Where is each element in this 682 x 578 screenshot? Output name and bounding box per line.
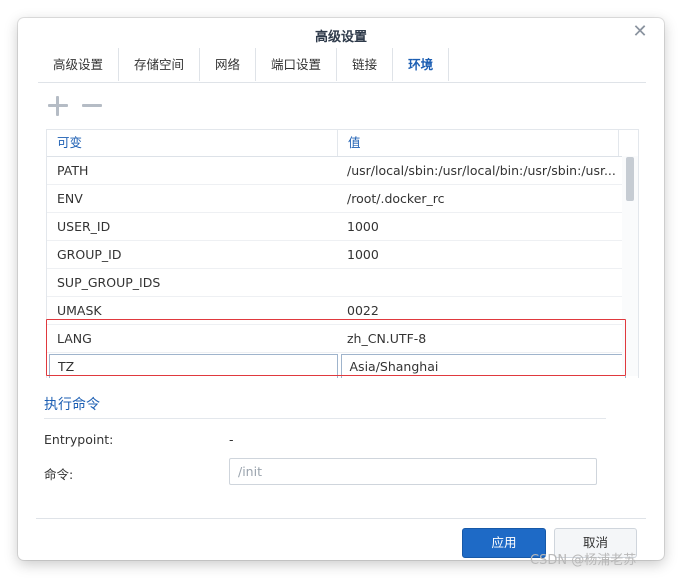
table-row[interactable]: SUP_GROUP_IDS [47,269,626,297]
table-row[interactable]: UMASK 0022 [47,297,626,325]
env-value [337,269,626,296]
tab-storage[interactable]: 存储空间 [119,48,201,81]
tab-bar: 高级设置 存储空间 网络 端口设置 链接 环境 [38,48,646,83]
dialog-title: 高级设置 [314,30,367,45]
env-value: zh_CN.UTF-8 [347,331,427,346]
table-row[interactable]: USER_ID 1000 [47,213,626,241]
env-value: 0022 [347,303,379,318]
entrypoint-label: Entrypoint: [44,432,114,447]
footer-divider [36,518,646,519]
minus-icon[interactable] [80,94,104,118]
env-variable-table: 可变 值 PATH /usr/local/sbin:/usr/local/bin… [46,129,639,378]
command-input[interactable] [229,458,597,485]
env-name: PATH [57,163,89,178]
table-row[interactable]: PATH /usr/local/sbin:/usr/local/bin:/usr… [47,157,626,185]
advanced-settings-dialog: 高级设置 ✕ 高级设置 存储空间 网络 端口设置 链接 环境 可变 值 PATH… [18,18,664,560]
table-row[interactable]: ENV /root/.docker_rc [47,185,626,213]
table-scrollbar-thumb[interactable] [626,157,634,201]
tab-port-settings[interactable]: 端口设置 [256,48,338,81]
plus-icon[interactable] [46,94,70,118]
table-header: 可变 值 [47,130,638,157]
env-name: UMASK [57,303,102,318]
env-name: GROUP_ID [57,247,122,262]
tab-advanced-settings[interactable]: 高级设置 [38,48,120,81]
command-label: 命令: [44,467,74,482]
env-name: USER_ID [57,219,111,234]
env-name: ENV [57,191,83,206]
section-divider [44,418,606,419]
table-row-editing[interactable]: TZ Asia/Shanghai [47,353,626,378]
env-name-field[interactable]: TZ [49,354,338,378]
env-name: LANG [57,331,92,346]
env-toolbar [46,94,104,118]
env-value: /usr/local/sbin:/usr/local/bin:/usr/sbin… [347,163,616,178]
env-name: SUP_GROUP_IDS [57,275,161,290]
close-icon[interactable]: ✕ [632,23,648,41]
exec-section-title: 执行命令 [44,397,100,413]
env-value: 1000 [347,219,379,234]
watermark-text: CSDN @杨浦老苏 [530,553,637,568]
column-header-value[interactable]: 值 [338,130,619,156]
env-value: 1000 [347,247,379,262]
table-row[interactable]: LANG zh_CN.UTF-8 [47,325,626,353]
env-value-field[interactable]: Asia/Shanghai [340,354,626,378]
env-value: /root/.docker_rc [347,191,445,206]
tab-network[interactable]: 网络 [200,48,257,81]
entrypoint-value: - [229,432,234,447]
tab-environment[interactable]: 环境 [393,48,450,82]
column-header-variable[interactable]: 可变 [47,130,338,156]
tab-links[interactable]: 链接 [337,48,394,81]
table-row[interactable]: GROUP_ID 1000 [47,241,626,269]
